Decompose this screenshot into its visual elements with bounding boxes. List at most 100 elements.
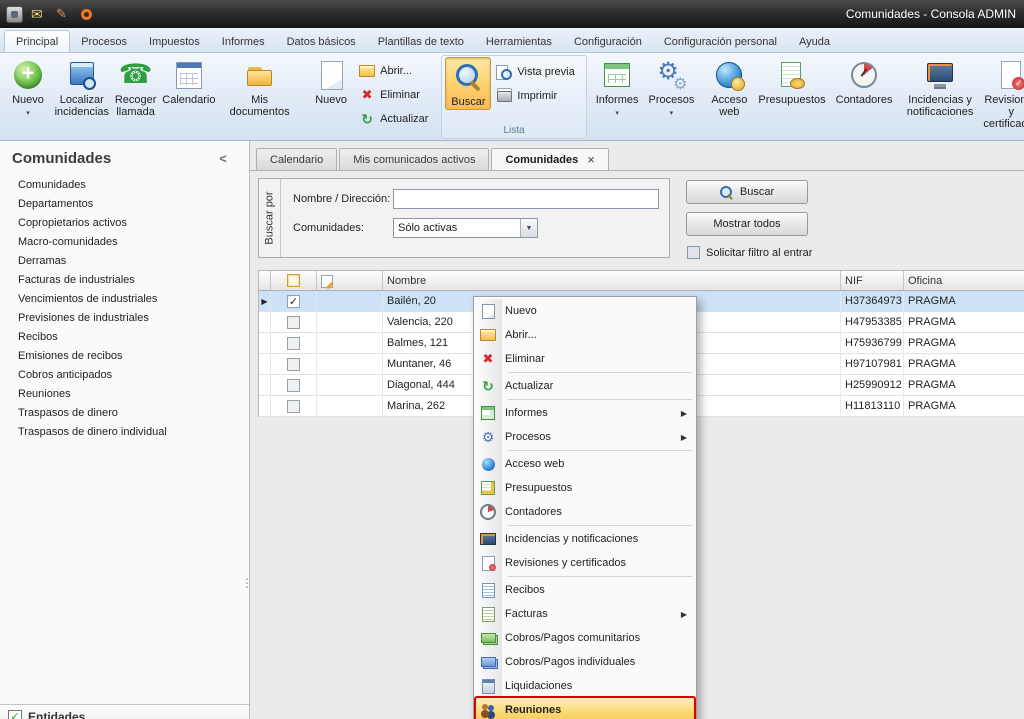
ribbon-button-localizar-incidencias[interactable]: Localizarincidencias	[53, 56, 111, 119]
ribbon-button-recoger-llamada[interactable]: Recogerllamada	[113, 56, 159, 119]
row-checkbox[interactable]	[287, 400, 300, 413]
mostrar-todos-button[interactable]: Mostrar todos	[686, 212, 808, 236]
ribbon-button-contadores[interactable]: Contadores	[832, 56, 897, 107]
ribbon-button-mis-documentos[interactable]: Mis documentos	[219, 56, 300, 119]
sidebar-item-macro-comunidades[interactable]: Macro-comunidades	[0, 232, 249, 251]
menu-item-actualizar[interactable]: Actualizar	[476, 374, 694, 398]
sidebar-item-traspasos-de-dinero[interactable]: Traspasos de dinero	[0, 403, 249, 422]
ribbon-button-procesos[interactable]: Procesos▾	[645, 56, 699, 121]
ribbon-button-presupuestos[interactable]: Presupuestos	[754, 56, 829, 107]
ribbon-button-nuevo[interactable]: Nuevo	[308, 56, 354, 107]
menu-item-procesos[interactable]: Procesos▶	[476, 425, 694, 449]
ribbon-button-buscar[interactable]: Buscar	[445, 57, 491, 110]
ribbon-button-nuevo[interactable]: Nuevo▾	[5, 56, 51, 121]
doc-tab-label: Mis comunicados activos	[353, 154, 475, 166]
menu-item-revisiones-y-certificados[interactable]: Revisiones y certificados	[476, 551, 694, 575]
menu-item-nuevo[interactable]: Nuevo	[476, 299, 694, 323]
sidebar-item-reuniones[interactable]: Reuniones	[0, 384, 249, 403]
menu-item-abrir[interactable]: Abrir...	[476, 323, 694, 347]
ribbon-tab-informes[interactable]: Informes	[211, 31, 276, 52]
ribbon-tab-plantillas-de-texto[interactable]: Plantillas de texto	[367, 31, 475, 52]
ribbon-tab-configuración[interactable]: Configuración	[563, 31, 653, 52]
ribbon-button-eliminar[interactable]: Eliminar	[356, 85, 436, 105]
row-checkbox[interactable]	[287, 358, 300, 371]
menu-item-recibos[interactable]: Recibos	[476, 578, 694, 602]
doc-tab-comunidades[interactable]: Comunidades×	[491, 148, 608, 170]
column-header-oficina[interactable]: Oficina	[904, 271, 1024, 290]
ribbon-button-incidencias-y-notificaciones[interactable]: Incidencias ynotificaciones	[905, 56, 976, 119]
menu-item-informes[interactable]: Informes▶	[476, 401, 694, 425]
ribbon-button-label: Mis documentos	[223, 94, 296, 118]
row-checkbox[interactable]: ✓	[287, 295, 300, 308]
ribbon-tab-procesos[interactable]: Procesos	[70, 31, 138, 52]
ribbon-button-abrir[interactable]: Abrir...	[356, 61, 436, 81]
menu-item-liquidaciones[interactable]: Liquidaciones	[476, 674, 694, 698]
sidebar-item-derramas[interactable]: Derramas	[0, 251, 249, 270]
ribbon-button-calendario[interactable]: Calendario	[161, 56, 218, 107]
menu-item-contadores[interactable]: Contadores	[476, 500, 694, 524]
new-orb-icon	[12, 59, 44, 91]
ribbon-tab-principal[interactable]: Principal	[4, 30, 70, 52]
icon-column-header[interactable]	[317, 271, 383, 290]
sidebar-item-comunidades[interactable]: Comunidades	[0, 175, 249, 194]
budgets-big-icon	[776, 59, 808, 91]
titlebar: Comunidades - Consola ADMIN	[0, 0, 1024, 28]
ribbon-button-imprimir[interactable]: Imprimir	[493, 86, 582, 106]
communities-dropdown[interactable]: Sólo activas ▼	[393, 218, 538, 238]
ribbon-tab-ayuda[interactable]: Ayuda	[788, 31, 841, 52]
splitter-handle[interactable]: ⋮	[241, 581, 249, 586]
column-header-nif[interactable]: NIF	[841, 271, 904, 290]
ribbon-tab-datos-básicos[interactable]: Datos básicos	[276, 31, 367, 52]
row-checkbox-cell	[271, 333, 317, 353]
chevron-down-icon[interactable]: ▼	[520, 219, 537, 237]
sidebar-item-recibos[interactable]: Recibos	[0, 327, 249, 346]
sidebar-item-facturas-de-industriales[interactable]: Facturas de industriales	[0, 270, 249, 289]
menu-item-acceso-web[interactable]: Acceso web	[476, 452, 694, 476]
row-checkbox[interactable]	[287, 337, 300, 350]
ribbon-button-revisiones-y-certificados[interactable]: Revisiones ycertificados	[978, 56, 1024, 131]
ribbon-tab-configuración-personal[interactable]: Configuración personal	[653, 31, 788, 52]
sidebar-item-cobros-anticipados[interactable]: Cobros anticipados	[0, 365, 249, 384]
ribbon-button-label: Localizarincidencias	[55, 94, 109, 118]
name-address-input[interactable]	[393, 189, 659, 209]
sidebar-item-previsiones-de-industriales[interactable]: Previsiones de industriales	[0, 308, 249, 327]
filter-on-enter-checkbox[interactable]	[687, 246, 700, 259]
row-checkbox[interactable]	[287, 379, 300, 392]
submenu-arrow-icon: ▶	[681, 409, 694, 418]
ribbon-tab-herramientas[interactable]: Herramientas	[475, 31, 563, 52]
ribbon-button-actualizar[interactable]: Actualizar	[356, 109, 436, 129]
ribbon-button-acceso-web[interactable]: Accesoweb	[706, 56, 752, 119]
sidebar-bottom-item[interactable]: ✓ Entidades	[0, 704, 249, 719]
sidebar-item-departamentos[interactable]: Departamentos	[0, 194, 249, 213]
row-checkbox[interactable]	[287, 316, 300, 329]
row-icon-cell	[317, 312, 383, 332]
menu-item-incidencias-y-notificaciones[interactable]: Incidencias y notificaciones	[476, 527, 694, 551]
collapse-sidebar-icon[interactable]: <	[219, 151, 227, 166]
menu-item-facturas[interactable]: Facturas▶	[476, 602, 694, 626]
menu-item-eliminar[interactable]: Eliminar	[476, 347, 694, 371]
incidents-icon	[480, 531, 496, 547]
column-header-nombre[interactable]: Nombre	[383, 271, 841, 290]
close-tab-icon[interactable]: ×	[587, 155, 595, 165]
menu-item-cobros-pagos-comunitarios[interactable]: Cobros/Pagos comunitarios	[476, 626, 694, 650]
cell-oficina: PRAGMA	[904, 396, 1024, 416]
sidebar-item-copropietarios-activos[interactable]: Copropietarios activos	[0, 213, 249, 232]
sidebar-item-traspasos-de-dinero-individual[interactable]: Traspasos de dinero individual	[0, 422, 249, 441]
ribbon-tab-impuestos[interactable]: Impuestos	[138, 31, 211, 52]
select-all-header[interactable]	[271, 271, 317, 290]
ribbon-button-vista-previa[interactable]: Vista previa	[493, 62, 582, 82]
doc-tab-mis-comunicados-activos[interactable]: Mis comunicados activos	[339, 148, 489, 170]
doc-tab-calendario[interactable]: Calendario	[256, 148, 337, 170]
buscar-button[interactable]: Buscar	[686, 180, 808, 204]
ribbon-button-informes[interactable]: Informes▾	[592, 56, 643, 121]
mail-icon[interactable]	[30, 6, 47, 23]
menu-item-cobros-pagos-individuales[interactable]: Cobros/Pagos individuales	[476, 650, 694, 674]
record-icon[interactable]	[78, 6, 95, 23]
menu-item-reuniones[interactable]: Reuniones	[476, 698, 694, 719]
compose-icon[interactable]	[54, 6, 71, 23]
select-all-checkbox[interactable]	[287, 274, 300, 287]
sidebar-item-vencimientos-de-industriales[interactable]: Vencimientos de industriales	[0, 289, 249, 308]
ribbon-button-label: Buscar	[451, 96, 485, 108]
menu-item-presupuestos[interactable]: Presupuestos	[476, 476, 694, 500]
sidebar-item-emisiones-de-recibos[interactable]: Emisiones de recibos	[0, 346, 249, 365]
